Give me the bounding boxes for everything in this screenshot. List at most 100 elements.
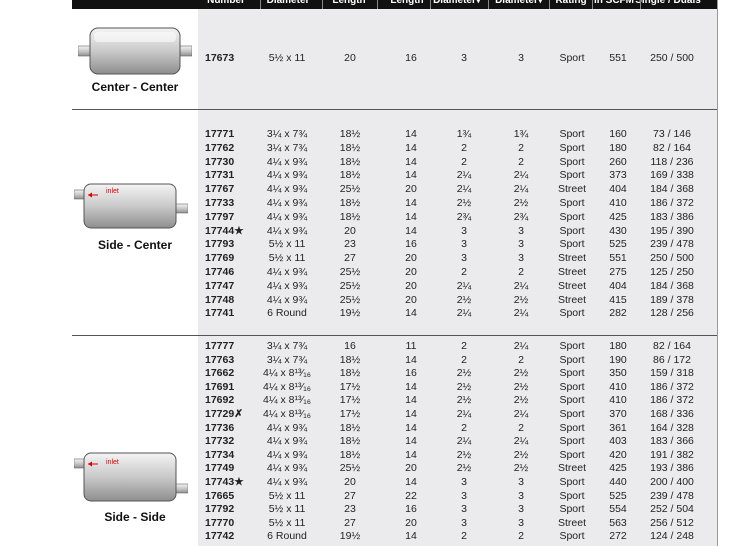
table-cell: 2 [461,353,467,366]
table-cell: 25½ [339,293,361,306]
table-cell: 2¼ [513,279,529,292]
column-header: Diameter [266,0,310,6]
table-cell: 16 [405,52,417,64]
table-cell: Sport [559,169,585,182]
table-cell: 3 [461,52,467,64]
table-cell: 250 / 500 [650,52,694,64]
table-cell: 2½ [456,394,472,407]
table-cell: Sport [559,408,585,420]
table-cell: 2¼ [513,169,529,182]
table-cell: 14 [405,448,417,461]
table-cell: 430 [609,224,627,237]
table-cell: 2½ [513,197,529,209]
part-number-cell: 17767 [205,183,235,196]
table-cell: 159 / 318 [650,367,694,380]
table-cell: 256 / 512 [650,516,694,529]
table-cell: Sport [559,448,585,461]
table-cell: 3 [461,489,467,502]
table-cell: Street [557,462,587,475]
table-cell: 164 / 328 [650,421,694,434]
table-cell: 183 / 366 [650,435,694,448]
table-cell: 20 [405,252,417,265]
table-cell: 5½ x 11 [268,503,306,516]
table-cell: 19½ [339,530,361,543]
table-cell: 14 [405,197,417,209]
table-cell: Street [557,279,587,292]
table-cell: 5½ x 11 [268,52,306,64]
part-number-cell: 17749 [205,462,235,475]
table-cell: 404 [609,183,627,196]
table-cell: 20 [405,293,417,306]
table-cell: 2¼ [513,408,529,420]
table-cell: 3¼ x 7¾ [266,141,308,154]
table-cell: 73 / 146 [653,128,691,140]
table-cell: Sport [559,52,585,64]
table-cell: 4¼ x 9¾ [266,224,308,237]
table-cell: Sport [559,380,585,393]
part-number-cell: 17662 [205,367,235,380]
table-cell: 18½ [339,141,361,154]
table-cell: 11 [405,340,417,352]
table-cell: Sport [559,238,585,251]
table-cell: 2¼ [513,435,529,448]
table-cell: 23 [344,503,356,516]
table-cell: 17½ [339,380,361,393]
table-cell: 551 [609,252,627,265]
table-cell: 20 [344,224,356,237]
part-number-cell: 17692 [205,394,235,407]
part-number-cell: 17797 [205,210,235,223]
part-number-cell: 17691 [205,380,235,393]
table-cell: 3 [518,52,524,64]
table-cell: 128 / 256 [650,307,694,320]
table-cell: 2½ [456,380,472,393]
table-cell: 160 [609,128,627,140]
table-cell: Sport [559,489,585,502]
table-cell: 2 [518,155,524,168]
table-cell: 2¼ [513,340,529,352]
table-cell: 14 [405,169,417,182]
table-cell: 4¼ x 9¾ [266,183,308,196]
table-cell: 20 [405,266,417,278]
part-number-cell: 17770 [205,516,235,529]
table-cell: 4¼ x 9¾ [266,448,308,461]
table-cell: 2¼ [513,307,529,320]
table-cell: 2½ [513,380,529,393]
table-cell: 183 / 386 [650,210,694,223]
table-cell: 2 [461,266,467,278]
table-cell: 124 / 248 [650,530,694,543]
table-cell: 3 [518,476,524,488]
table-cell: 18½ [339,197,361,209]
table-cell: 25½ [339,279,361,292]
table-cell: 4¼ x 8¹³⁄₁₆ [262,380,312,393]
part-number-cell: 17744★ [205,224,244,237]
table-cell: 18½ [339,128,361,140]
table-cell: 25½ [339,266,361,278]
table-cell: 3 [518,224,524,237]
part-number-cell: 17769 [205,252,235,265]
table-cell: 410 [609,394,627,407]
table-cell: 190 [609,353,627,366]
table-cell: 25½ [339,183,361,196]
column-header: Length [332,0,366,6]
table-cell: 184 / 368 [650,279,694,292]
table-cell: 5½ x 11 [268,489,306,502]
table-cell: 525 [609,238,627,251]
table-cell: Street [557,252,587,265]
table-cell: 361 [609,421,627,434]
table-cell: 3¼ x 7¾ [266,353,308,366]
table-cell: 2 [461,530,467,543]
table-cell: 2 [461,155,467,168]
part-number-cell: 17741 [205,307,235,320]
table-cell: 4¼ x 9¾ [266,462,308,475]
table-cell: 2 [518,530,524,543]
table-cell: 420 [609,448,627,461]
table-cell: 14 [405,210,417,223]
table-cell: 1¾ [456,128,472,140]
header-divider [549,0,550,9]
table-cell: 186 / 372 [650,380,694,393]
header-divider [430,0,431,9]
table-cell: 282 [609,307,627,320]
table-cell: 3¼ x 7¾ [266,340,308,352]
table-cell: 2¼ [456,435,472,448]
table-cell: 20 [344,52,356,64]
